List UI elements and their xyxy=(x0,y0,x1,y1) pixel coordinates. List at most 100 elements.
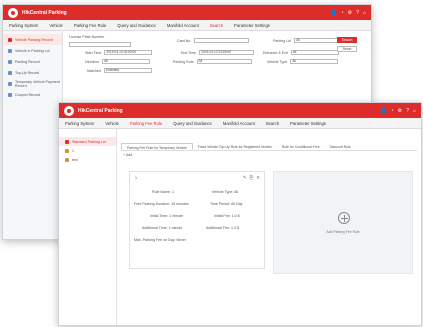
sidebar-item-coupon-record[interactable]: Coupon Record xyxy=(3,89,62,100)
car-icon xyxy=(8,48,12,53)
gear-icon[interactable]: ⚙ xyxy=(398,108,402,114)
nav-parking-system[interactable]: Parking System xyxy=(9,23,38,28)
parking-fee-rule-window: HikCentral Parking 👤 ◔ ⚙ ? ⌂ Parking Sys… xyxy=(58,102,422,326)
tree-item-1[interactable]: 1 xyxy=(59,146,116,155)
add-parking-fee-rule-card[interactable]: Add Parking Fee Rule xyxy=(273,171,413,274)
free-duration: Free Parking Duration: 15 minutes xyxy=(134,202,189,206)
app-logo-icon xyxy=(64,105,74,116)
folder-icon xyxy=(65,157,69,162)
sidebar-item-top-up-record[interactable]: Top-Up Record xyxy=(3,67,62,78)
tab-fixed-vehicle[interactable]: Fixed Vehicle Top-Up Rule for Registered… xyxy=(193,143,277,150)
rule-tabs: Parking Fee Rule for Temporary Vehicle F… xyxy=(121,143,417,151)
app-header: HikCentral Parking 👤 ◔ ⚙ ? ⌂ xyxy=(3,5,371,20)
nav-parking-system[interactable]: Parking System xyxy=(65,121,94,126)
sidebar-item-vehicle-in-lot[interactable]: Vehicle in Parking Lot xyxy=(3,45,62,56)
add-parking-fee-rule-label: Add Parking Fee Rule xyxy=(326,230,360,234)
additional-fee: Additional Fee: 1.0 $ xyxy=(206,226,239,230)
plate-input[interactable] xyxy=(69,42,131,47)
parking-rule-select[interactable]: All xyxy=(196,59,252,64)
nav-search[interactable]: Search xyxy=(210,23,223,28)
gear-icon[interactable]: ⚙ xyxy=(348,10,352,16)
app-title: HikCentral Parking xyxy=(22,9,67,16)
parking-lot-tree: Standard Parking Lot 1 test xyxy=(59,129,117,325)
app-title: HikCentral Parking xyxy=(78,107,123,114)
help-icon[interactable]: ? xyxy=(356,10,359,16)
nav-vehicle[interactable]: Vehicle xyxy=(49,23,63,28)
tab-discount[interactable]: Discount Rule xyxy=(325,143,356,150)
record-icon xyxy=(8,37,12,42)
sidebar-item-parking-record[interactable]: Parking Record xyxy=(3,56,62,67)
nav-parking-fee-rule[interactable]: Parking Fee Rule xyxy=(74,23,106,28)
wallet-icon xyxy=(8,70,12,75)
sidebar-item-temp-payment[interactable]: Temporary Vehicle Payment Record xyxy=(3,78,62,89)
max-fee: Max. Parking Fee on Day: Never xyxy=(134,238,187,242)
matched-label: Matched xyxy=(87,68,101,73)
payment-icon xyxy=(8,81,12,86)
parking-icon xyxy=(8,59,12,64)
parking-lot-icon xyxy=(65,139,69,144)
add-rule-button[interactable]: + Add xyxy=(123,153,132,157)
end-time-label: End Time xyxy=(181,50,197,55)
rule-card: 1 ✎ ⎘ ✕ Rule Name: 1 Vehicle Type: All F… xyxy=(129,171,265,269)
tree-item-standard-lot[interactable]: Standard Parking Lot xyxy=(59,137,116,146)
vehicle-type-label: Vehicle Type xyxy=(267,59,288,64)
tab-conditional-free[interactable]: Rule for Conditional Free xyxy=(277,143,325,150)
vehicle-type-select[interactable]: All xyxy=(290,59,339,64)
coupon-icon xyxy=(8,92,12,97)
main-nav: Parking System Vehicle Parking Fee Rule … xyxy=(59,118,421,129)
card-input[interactable] xyxy=(194,38,250,43)
nav-manifold-account[interactable]: Manifold Account xyxy=(167,23,199,28)
user-icon[interactable]: 👤 xyxy=(330,10,336,16)
tree-item-test[interactable]: test xyxy=(59,155,116,164)
search-button[interactable]: Search xyxy=(337,37,357,43)
app-header: HikCentral Parking 👤 ◔ ⚙ ? ⌂ xyxy=(59,103,421,118)
sidebar-item-vehicle-passing-record[interactable]: Vehicle Passing Record xyxy=(3,34,62,45)
bell-icon[interactable]: ◔ xyxy=(391,108,394,114)
initial-time: Initial Time: 1 minute xyxy=(150,214,183,218)
nav-vehicle[interactable]: Vehicle xyxy=(105,121,119,126)
rule-index: 1 xyxy=(135,176,137,180)
vehicle-type: Vehicle Type: All xyxy=(212,190,239,194)
card-label: Card No. xyxy=(177,38,192,43)
parking-lot-select[interactable]: All xyxy=(294,38,343,43)
nav-manifold-account[interactable]: Manifold Account xyxy=(223,121,255,126)
rule-content: Parking Fee Rule for Temporary Vehicle F… xyxy=(121,143,417,323)
main-nav: Parking System Vehicle Parking Fee Rule … xyxy=(3,20,371,31)
app-logo-icon xyxy=(8,7,18,18)
plus-circle-icon xyxy=(338,212,350,224)
header-icons: 👤 ◔ ⚙ ? ⌂ xyxy=(380,108,416,114)
nav-query-guidance[interactable]: Query and Guidance xyxy=(173,121,212,126)
tab-temporary-vehicle[interactable]: Parking Fee Rule for Temporary Vehicle xyxy=(121,143,193,150)
entrance-label: Entrance & Exit xyxy=(263,50,288,55)
copy-icon[interactable]: ⎘ xyxy=(250,175,254,181)
start-time-input[interactable]: 2019-03-13 00:00:00 xyxy=(104,50,153,55)
nav-parameter-settings[interactable]: Parameter Settings xyxy=(234,23,270,28)
reset-button[interactable]: Reset xyxy=(337,46,357,52)
help-icon[interactable]: ? xyxy=(406,108,409,114)
nav-query-guidance[interactable]: Query and Guidance xyxy=(117,23,156,28)
bell-icon[interactable]: ◔ xyxy=(341,10,344,16)
sidebar: Vehicle Passing Record Vehicle in Parkin… xyxy=(3,31,63,239)
card-actions: ✎ ⎘ ✕ xyxy=(243,175,260,181)
home-icon[interactable]: ⌂ xyxy=(363,10,366,16)
delete-icon[interactable]: ✕ xyxy=(256,175,260,181)
nav-parameter-settings[interactable]: Parameter Settings xyxy=(290,121,326,126)
parking-rule-label: Parking Rule xyxy=(173,59,194,64)
direction-select[interactable]: All xyxy=(102,59,151,64)
initial-fee: Initial Fee: 1.0 $ xyxy=(214,214,240,218)
entrance-select[interactable]: All xyxy=(290,50,339,55)
edit-icon[interactable]: ✎ xyxy=(243,175,247,181)
header-icons: 👤 ◔ ⚙ ? ⌂ xyxy=(330,10,366,16)
nav-search[interactable]: Search xyxy=(266,121,279,126)
plate-label: License Plate Number xyxy=(69,35,105,39)
start-time-label: Start Time xyxy=(85,50,102,55)
user-icon[interactable]: 👤 xyxy=(380,108,386,114)
home-icon[interactable]: ⌂ xyxy=(413,108,416,114)
matched-select[interactable]: Unlimited xyxy=(103,68,152,73)
end-time-input[interactable]: 2019-03-13 23:59:59 xyxy=(199,50,255,55)
additional-time: Additional Time: 1 minute xyxy=(142,226,183,230)
nav-parking-fee-rule[interactable]: Parking Fee Rule xyxy=(130,121,162,126)
direction-label: Direction xyxy=(85,59,100,64)
folder-icon xyxy=(65,148,69,153)
time-period: Time Period: All Day xyxy=(210,202,243,206)
